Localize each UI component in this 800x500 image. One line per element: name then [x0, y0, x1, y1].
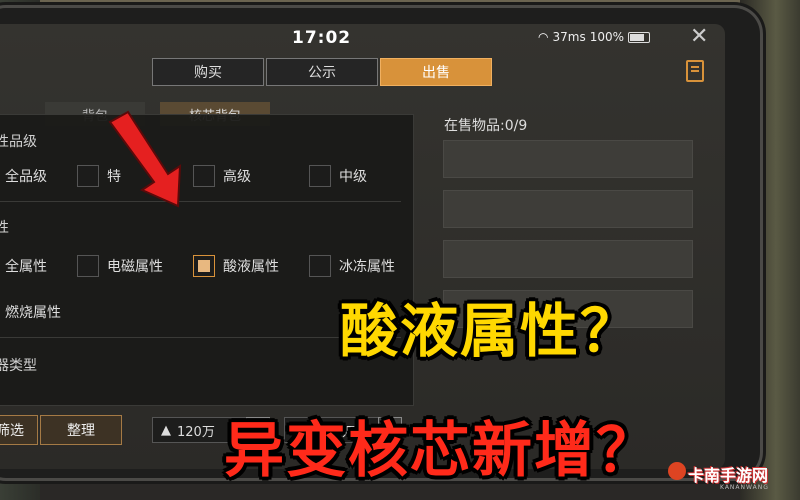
- option-frost[interactable]: 冰冻属性: [309, 255, 395, 277]
- watermark-logo-icon: [668, 462, 686, 480]
- checkbox[interactable]: [77, 165, 99, 187]
- battery-icon: [628, 31, 651, 43]
- sale-slot[interactable]: [443, 190, 693, 228]
- option-label: 中级: [339, 169, 367, 185]
- option-electro[interactable]: 电磁属性: [77, 255, 163, 277]
- checkbox[interactable]: [77, 255, 99, 277]
- on-sale-title: 在售物品:0/9: [444, 118, 528, 134]
- caption-line-1: 酸液属性？: [340, 297, 641, 365]
- watermark-text: 卡南手游网: [688, 466, 769, 485]
- checkbox-checked[interactable]: [193, 255, 215, 277]
- tab-sell[interactable]: 出售: [380, 58, 492, 86]
- attribute-section-title: 属性: [0, 220, 9, 236]
- tab-buy[interactable]: 购买: [152, 58, 264, 86]
- option-burn[interactable]: 燃烧属性: [0, 301, 61, 323]
- option-all-attribute[interactable]: 全属性: [0, 255, 47, 277]
- red-arrow-icon: [108, 110, 182, 208]
- option-label: 电磁属性: [107, 259, 163, 275]
- document-icon[interactable]: [686, 60, 704, 82]
- gem-icon: ▲: [161, 422, 171, 438]
- option-label: 酸液属性: [223, 259, 279, 275]
- option-label: 冰冻属性: [339, 259, 395, 275]
- close-icon[interactable]: ✕: [690, 24, 708, 49]
- watermark-subtext: KANANWANG: [720, 484, 769, 491]
- filter-button[interactable]: 筛选: [0, 415, 38, 445]
- status-ping: 37ms: [552, 30, 586, 44]
- caption-line-2: 异变核芯新增？: [224, 416, 658, 486]
- option-mid[interactable]: 中级: [309, 165, 367, 187]
- option-acid[interactable]: 酸液属性: [193, 255, 279, 277]
- status-time: 17:02: [292, 28, 352, 48]
- option-label: 全品级: [5, 169, 47, 185]
- sale-slot[interactable]: [443, 240, 693, 278]
- option-label: 高级: [223, 169, 251, 185]
- option-all-quality[interactable]: 全品级: [0, 165, 47, 187]
- sale-slot[interactable]: [443, 140, 693, 178]
- checkbox[interactable]: [309, 255, 331, 277]
- status-indicators: ◠ 37ms 100%: [538, 30, 651, 44]
- checkbox[interactable]: [309, 165, 331, 187]
- quality-section-title: 属性品级: [0, 134, 37, 150]
- wifi-icon: ◠: [538, 30, 549, 44]
- weapon-section-title: 武器类型: [0, 358, 37, 374]
- option-high[interactable]: 高级: [193, 165, 251, 187]
- market-tabs: 购买 公示 出售: [152, 58, 492, 86]
- currency-1-value: 120万: [177, 424, 215, 440]
- divider: [0, 201, 401, 202]
- tab-announce[interactable]: 公示: [266, 58, 378, 86]
- status-battery: 100%: [589, 30, 625, 44]
- option-label: 燃烧属性: [5, 305, 61, 321]
- sort-button[interactable]: 整理: [40, 415, 122, 445]
- option-label: 全属性: [5, 259, 47, 275]
